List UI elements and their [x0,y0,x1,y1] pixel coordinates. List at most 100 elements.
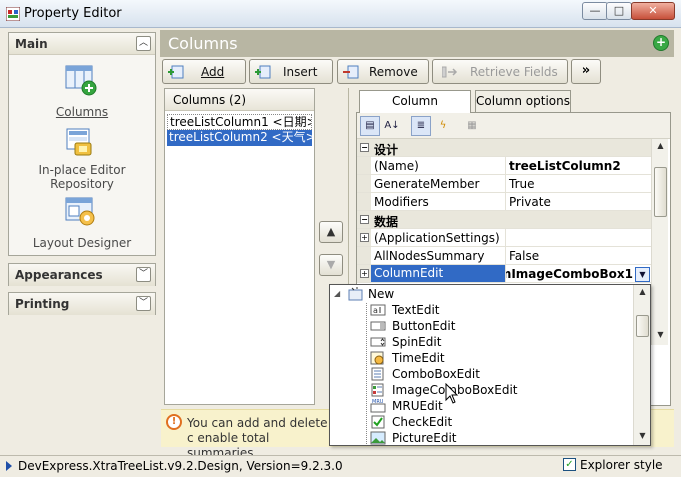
property-grid-scrollbar[interactable]: ▲ ▼ [651,139,668,345]
columns-list[interactable]: Columns (2) treeListColumn1 <日期> treeLis… [164,88,315,405]
nav-group-main-header[interactable]: Main ︿ [9,33,155,55]
collapse-icon[interactable]: − [360,215,369,224]
add-label: Add [201,65,225,79]
check-edit-icon [371,415,385,429]
add-column-button[interactable]: Add [162,59,246,84]
tree-item-label: SpinEdit [392,335,442,349]
more-options-button[interactable]: » [571,59,601,84]
events-lightning-icon[interactable]: ϟ [433,116,453,136]
property-row-columnedit[interactable]: + ColumnEdit emImageComboBox1 [357,265,651,283]
remove-column-icon [343,65,359,79]
nav-group-main: Main ︿ Columns In-place Editor Repositor… [8,32,156,256]
scroll-down-icon[interactable]: ▼ [654,330,667,342]
status-bar: DevExpress.XtraTreeList.v9.2.Design, Ver… [0,455,681,477]
sort-alphabetical-icon[interactable]: A↓ [382,116,402,136]
scroll-up-icon[interactable]: ▲ [636,287,649,299]
expand-chevron-icon[interactable]: ﹀ [136,296,151,311]
tab-column-properties[interactable]: Column properties [359,90,471,128]
dropdown-arrow-icon[interactable]: ▼ [635,267,650,282]
property-name: (ApplicationSettings) [374,231,500,245]
maximize-button[interactable]: □ [606,2,632,20]
nav-group-label: Printing [15,297,70,311]
move-down-button[interactable]: ▼ [319,254,343,276]
category-design[interactable]: − 设计 [357,139,651,157]
tree-item-label: MRUEdit [392,399,443,413]
property-row-allnodessummary[interactable]: AllNodesSummary False [357,247,651,265]
property-value[interactable]: emImageComboBox1 [505,265,651,282]
columns-add-icon[interactable] [65,64,97,96]
property-pages-icon[interactable]: ▦ [462,116,482,136]
insert-label: Insert [283,65,318,79]
nav-group-printing-header[interactable]: Printing ﹀ [9,293,155,315]
scroll-up-icon[interactable]: ▲ [654,141,667,153]
tree-item-label: TimeEdit [392,351,445,365]
expand-icon[interactable]: + [360,233,369,242]
insert-column-button[interactable]: Insert [249,59,333,84]
nav-item-columns[interactable]: Columns [9,105,155,119]
list-item-selected[interactable]: treeListColumn2 <天气> [167,130,312,146]
remove-column-button[interactable]: Remove [337,59,429,84]
expand-icon[interactable]: + [360,269,369,278]
close-button[interactable]: ✕ [631,2,675,20]
property-value[interactable]: True [505,175,651,192]
text-edit-icon: a [370,304,386,316]
property-row-appsettings[interactable]: + (ApplicationSettings) [357,229,651,247]
property-value[interactable] [505,229,651,246]
title-bar[interactable]: Property Editor [0,0,681,28]
tree-item-label: ButtonEdit [392,319,456,333]
status-version-text: DevExpress.XtraTreeList.v9.2.Design, Ver… [18,459,343,473]
explorer-style-checkbox[interactable]: ✓ [563,458,576,471]
add-column-icon [168,65,184,79]
scroll-thumb[interactable] [654,167,667,217]
nav-group-appearances[interactable]: Appearances ﹀ [8,263,156,286]
collapse-chevron-icon[interactable]: ︿ [136,36,151,51]
columns-count-label: Columns (2) [173,93,247,107]
insert-column-icon [255,65,271,79]
category-data[interactable]: − 数据 [357,211,651,229]
property-row-generatemember[interactable]: GenerateMember True [357,175,651,193]
nav-group-printing[interactable]: Printing ﹀ [8,292,156,315]
editor-dropdown-popup[interactable]: ◢ New a TextEdit ButtonEdit SpinEdit Tim… [329,284,651,446]
property-name: ColumnEdit [371,265,505,282]
dropdown-scrollbar[interactable]: ▲ ▼ [633,285,650,445]
move-up-button[interactable]: ▲ [319,221,343,243]
property-grid-toolbar [357,113,670,139]
nav-group-appearances-header[interactable]: Appearances ﹀ [9,264,155,286]
property-value[interactable]: Private [505,193,651,210]
nav-item-layout-designer[interactable]: Layout Designer [9,236,155,250]
minimize-button[interactable]: — [582,2,608,20]
explorer-style-label[interactable]: Explorer style [580,458,663,472]
retrieve-fields-button[interactable]: Retrieve Fields [432,59,568,84]
combo-box-edit-icon [371,367,384,381]
status-arrow-icon [6,461,12,471]
property-value[interactable]: treeListColumn2 [505,157,651,174]
scroll-thumb[interactable] [636,315,649,337]
spin-edit-icon [370,337,386,347]
window-title: Property Editor [24,6,122,21]
list-item[interactable]: treeListColumn1 <日期> [167,114,312,130]
expand-chevron-icon[interactable]: ﹀ [136,267,151,282]
categorized-icon[interactable]: ▤ [360,116,380,136]
property-row-name[interactable]: (Name) treeListColumn2 [357,157,651,175]
property-name: GenerateMember [374,177,480,191]
new-folder-icon [348,287,363,301]
image-combo-box-edit-icon [371,383,384,397]
retrieve-fields-icon [442,66,458,78]
nav-item-editor-repository[interactable]: In-place Editor Repository [9,163,155,191]
property-row-modifiers[interactable]: Modifiers Private [357,193,651,211]
category-label: 设计 [374,143,399,157]
retrieve-label: Retrieve Fields [470,65,558,79]
mouse-cursor-icon [445,383,459,404]
scroll-down-icon[interactable]: ▼ [636,431,649,443]
tab-column-options[interactable]: Column options [475,90,571,112]
layout-designer-icon[interactable] [65,196,97,228]
collapse-icon[interactable]: − [360,143,369,152]
add-circle-icon[interactable]: + [653,35,669,51]
tree-collapse-icon[interactable]: ◢ [334,286,340,302]
property-value[interactable]: False [505,247,651,264]
properties-view-icon[interactable]: ≣ [411,116,431,136]
time-edit-icon [370,351,384,365]
editor-repository-icon[interactable] [65,127,97,159]
page-title: Columns [168,34,238,53]
svg-text:a: a [373,306,378,315]
